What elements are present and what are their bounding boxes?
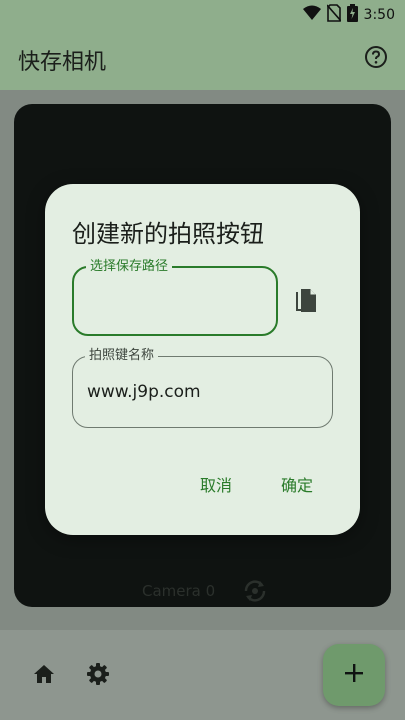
add-button[interactable] bbox=[323, 644, 385, 706]
no-sim-icon bbox=[325, 4, 342, 26]
battery-charging-icon bbox=[346, 4, 358, 26]
help-circle-icon bbox=[364, 45, 388, 73]
paste-icon bbox=[294, 288, 318, 318]
button-name-label: 拍照键名称 bbox=[85, 347, 159, 365]
settings-button[interactable] bbox=[84, 660, 114, 690]
add-icon bbox=[342, 661, 366, 689]
wifi-icon bbox=[302, 5, 321, 25]
bottom-bar bbox=[0, 630, 405, 720]
app-bar: 快存相机 bbox=[0, 30, 405, 90]
dialog-title: 创建新的拍照按钮 bbox=[72, 220, 264, 248]
save-path-field[interactable]: 选择保存路径 bbox=[72, 258, 278, 336]
save-path-label: 选择保存路径 bbox=[86, 258, 173, 276]
app-title: 快存相机 bbox=[18, 50, 107, 75]
camera-label: Camera 0 bbox=[142, 582, 216, 600]
status-icons: 3:50 bbox=[302, 4, 395, 26]
help-button[interactable] bbox=[361, 44, 391, 74]
button-name-value: www.j9p.com bbox=[87, 382, 201, 402]
status-time: 3:50 bbox=[363, 7, 395, 23]
button-name-field[interactable]: 拍照键名称 www.j9p.com bbox=[72, 347, 333, 428]
status-bar: 3:50 bbox=[0, 0, 405, 30]
home-button[interactable] bbox=[30, 660, 60, 690]
switch-camera-icon[interactable] bbox=[242, 578, 268, 604]
settings-icon bbox=[84, 663, 112, 692]
create-button-dialog: 创建新的拍照按钮 选择保存路径 拍照键名称 www.j9p.com 取消 确定 bbox=[45, 184, 360, 535]
home-icon bbox=[30, 665, 58, 692]
cancel-button[interactable]: 取消 bbox=[200, 472, 232, 496]
paste-button[interactable] bbox=[290, 287, 322, 319]
confirm-button[interactable]: 确定 bbox=[281, 472, 313, 496]
